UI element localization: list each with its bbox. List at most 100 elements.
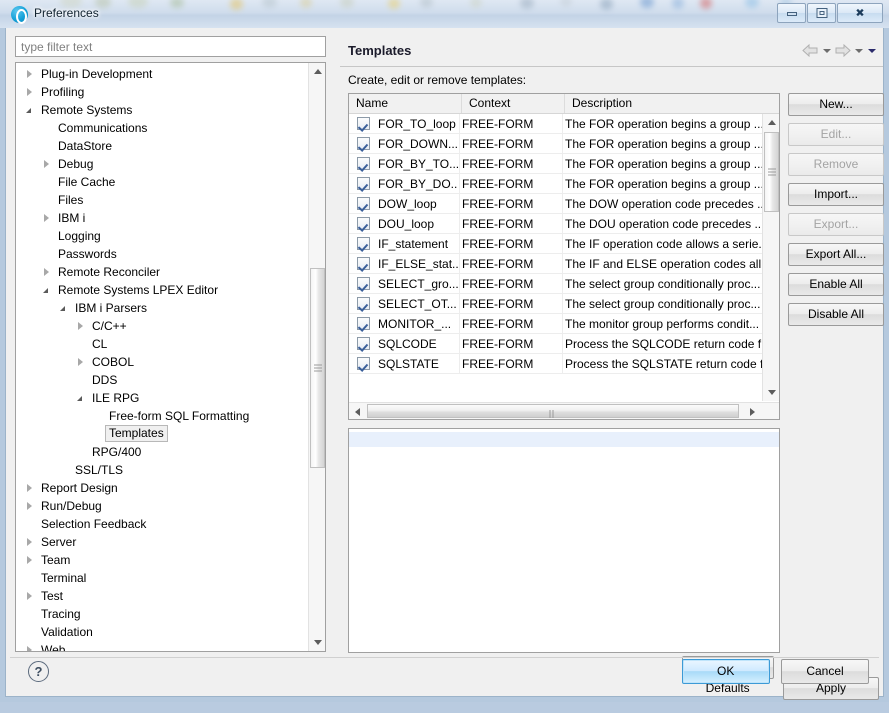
table-row[interactable]: SQLCODE FREE-FORM Process the SQLCODE retu…: [349, 334, 762, 354]
cancel-button[interactable]: Cancel: [781, 659, 869, 684]
tree-item-plug-in-development[interactable]: Plug-in Development: [16, 65, 307, 83]
row-checkbox[interactable]: [357, 177, 370, 190]
row-checkbox[interactable]: [357, 117, 370, 130]
import-button[interactable]: Import...: [788, 183, 884, 206]
enable-all-button[interactable]: Enable All: [788, 273, 884, 296]
tree-collapse-arrow-icon[interactable]: [43, 263, 53, 281]
preferences-tree[interactable]: Plug-in Development Profiling Remote Syste…: [15, 62, 326, 652]
tree-item-selection-feedback[interactable]: Selection Feedback: [16, 515, 307, 533]
row-checkbox[interactable]: [357, 257, 370, 270]
tree-item-ibm-i-parsers[interactable]: IBM i Parsers: [16, 299, 307, 317]
new-button[interactable]: New...: [788, 93, 884, 116]
table-row[interactable]: SQLSTATE FREE-FORM Process the SQLSTATE re…: [349, 354, 762, 374]
tree-collapse-arrow-icon[interactable]: [26, 479, 36, 497]
tree-scroll-thumb[interactable]: [310, 268, 325, 468]
back-dropdown-chevron-down-icon[interactable]: [821, 43, 832, 58]
row-checkbox[interactable]: [357, 197, 370, 210]
table-row[interactable]: DOW_loop FREE-FORM The DOW operation code …: [349, 194, 762, 214]
row-checkbox[interactable]: [357, 157, 370, 170]
row-checkbox[interactable]: [357, 357, 370, 370]
column-header-description[interactable]: Description: [565, 94, 764, 113]
tree-expand-arrow-icon[interactable]: [43, 281, 53, 299]
tree-item-templates[interactable]: Templates: [16, 425, 307, 443]
row-checkbox[interactable]: [357, 317, 370, 330]
tree-item-rpg-400[interactable]: RPG/400: [16, 443, 307, 461]
tree-collapse-arrow-icon[interactable]: [26, 551, 36, 569]
table-row[interactable]: FOR_DOWN... FREE-FORM The FOR operation be…: [349, 134, 762, 154]
tree-item-cl[interactable]: CL: [16, 335, 307, 353]
table-row[interactable]: DOU_loop FREE-FORM The DOU operation code …: [349, 214, 762, 234]
scroll-left-arrow-icon[interactable]: [349, 403, 366, 419]
tree-item-validation[interactable]: Validation: [16, 623, 307, 641]
tree-item-file-cache[interactable]: File Cache: [16, 173, 307, 191]
tree-item-remote-systems-lpex-editor[interactable]: Remote Systems LPEX Editor: [16, 281, 307, 299]
tree-collapse-arrow-icon[interactable]: [43, 155, 53, 173]
forward-arrow-icon[interactable]: [834, 43, 851, 58]
table-vertical-scrollbar[interactable]: [762, 114, 779, 401]
table-scroll-down-arrow-icon[interactable]: [763, 384, 779, 401]
tree-item-team[interactable]: Team: [16, 551, 307, 569]
tree-item-web[interactable]: Web: [16, 641, 307, 651]
tree-item-free-form-sql-formatting[interactable]: Free-form SQL Formatting: [16, 407, 307, 425]
scroll-right-arrow-icon[interactable]: [745, 403, 762, 419]
help-icon[interactable]: ?: [28, 661, 49, 682]
tree-expand-arrow-icon[interactable]: [26, 101, 36, 119]
tree-item-ibm-i[interactable]: IBM i: [16, 209, 307, 227]
tree-item-terminal[interactable]: Terminal: [16, 569, 307, 587]
tree-item-logging[interactable]: Logging: [16, 227, 307, 245]
column-header-name[interactable]: Name: [349, 94, 462, 113]
scroll-up-arrow-icon[interactable]: [309, 63, 325, 80]
table-row[interactable]: SELECT_OT... FREE-FORM The select group co…: [349, 294, 762, 314]
tree-collapse-arrow-icon[interactable]: [26, 533, 36, 551]
tree-item-server[interactable]: Server: [16, 533, 307, 551]
restore-button[interactable]: [807, 3, 836, 23]
tree-item-test[interactable]: Test: [16, 587, 307, 605]
table-scroll-up-arrow-icon[interactable]: [763, 114, 779, 131]
row-checkbox[interactable]: [357, 297, 370, 310]
tree-item-remote-reconciler[interactable]: Remote Reconciler: [16, 263, 307, 281]
tree-item-run-debug[interactable]: Run/Debug: [16, 497, 307, 515]
tree-item-datastore[interactable]: DataStore: [16, 137, 307, 155]
tree-collapse-arrow-icon[interactable]: [43, 209, 53, 227]
table-row[interactable]: IF_ELSE_stat... FREE-FORM The IF and ELSE …: [349, 254, 762, 274]
table-row[interactable]: FOR_BY_DO... FREE-FORM The FOR operation b…: [349, 174, 762, 194]
row-checkbox[interactable]: [357, 237, 370, 250]
table-row[interactable]: IF_statement FREE-FORM The IF operation co…: [349, 234, 762, 254]
tree-item-profiling[interactable]: Profiling: [16, 83, 307, 101]
tree-item-debug[interactable]: Debug: [16, 155, 307, 173]
scroll-down-arrow-icon[interactable]: [309, 634, 325, 651]
close-button[interactable]: ✖: [837, 3, 883, 23]
tree-item-dds[interactable]: DDS: [16, 371, 307, 389]
tree-item-passwords[interactable]: Passwords: [16, 245, 307, 263]
tree-collapse-arrow-icon[interactable]: [26, 65, 36, 83]
tree-collapse-arrow-icon[interactable]: [26, 587, 36, 605]
ok-button[interactable]: OK: [681, 659, 770, 684]
filter-input[interactable]: [15, 36, 326, 57]
tree-item-c-c[interactable]: C/C++: [16, 317, 307, 335]
tree-collapse-arrow-icon[interactable]: [77, 317, 87, 335]
tree-item-cobol[interactable]: COBOL: [16, 353, 307, 371]
minimize-button[interactable]: [777, 3, 806, 23]
row-checkbox[interactable]: [357, 217, 370, 230]
tree-item-ssl-tls[interactable]: SSL/TLS: [16, 461, 307, 479]
tree-vertical-scrollbar[interactable]: [308, 63, 325, 651]
column-header-context[interactable]: Context: [462, 94, 565, 113]
tree-collapse-arrow-icon[interactable]: [26, 83, 36, 101]
templates-table[interactable]: Name Context Description FOR_TO_loop FREE…: [348, 93, 780, 420]
tree-collapse-arrow-icon[interactable]: [26, 497, 36, 515]
tree-item-remote-systems[interactable]: Remote Systems: [16, 101, 307, 119]
tree-item-files[interactable]: Files: [16, 191, 307, 209]
row-checkbox[interactable]: [357, 277, 370, 290]
tree-expand-arrow-icon[interactable]: [77, 389, 87, 407]
tree-item-communications[interactable]: Communications: [16, 119, 307, 137]
template-preview-panel[interactable]: [348, 428, 780, 653]
view-menu-chevron-down-icon[interactable]: [866, 43, 877, 58]
tree-item-report-design[interactable]: Report Design: [16, 479, 307, 497]
table-row[interactable]: SELECT_gro... FREE-FORM The select group c…: [349, 274, 762, 294]
back-arrow-icon[interactable]: [802, 43, 819, 58]
table-horizontal-scrollbar[interactable]: [349, 402, 779, 419]
row-checkbox[interactable]: [357, 337, 370, 350]
table-hscroll-thumb[interactable]: [367, 404, 739, 418]
tree-item-tracing[interactable]: Tracing: [16, 605, 307, 623]
table-row[interactable]: MONITOR_... FREE-FORM The monitor group pe…: [349, 314, 762, 334]
